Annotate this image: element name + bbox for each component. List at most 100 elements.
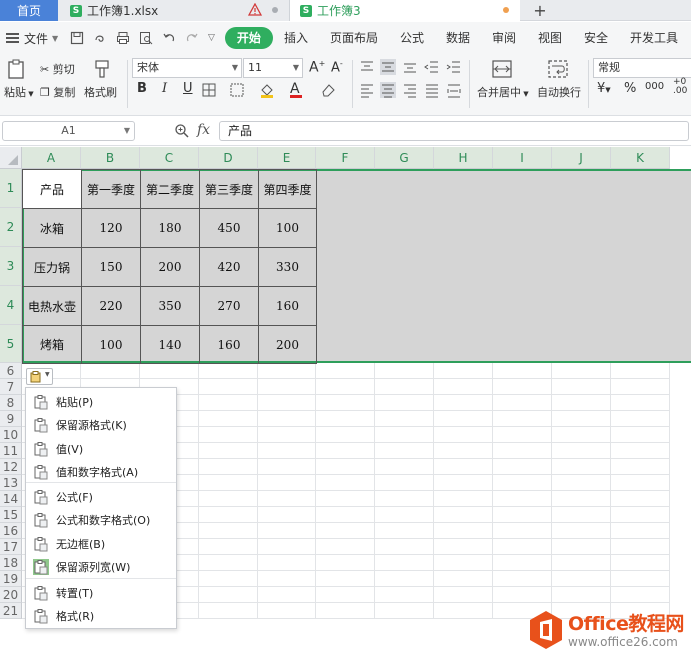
wrap-text-button[interactable]: 自动换行: [537, 84, 581, 100]
cell[interactable]: [611, 395, 670, 411]
row-header-2[interactable]: 2: [0, 208, 22, 247]
cell[interactable]: [434, 587, 493, 603]
tab-workbook1[interactable]: S 工作簿1.xlsx: [58, 0, 290, 21]
merge-center-icon[interactable]: [491, 58, 513, 80]
cell[interactable]: [611, 475, 670, 491]
cell[interactable]: [552, 539, 611, 555]
cell[interactable]: [140, 363, 199, 379]
table-cell[interactable]: 100: [81, 325, 141, 364]
cell[interactable]: [258, 363, 316, 379]
cell[interactable]: [258, 443, 316, 459]
cell[interactable]: [258, 379, 316, 395]
cell[interactable]: [611, 539, 670, 555]
cell[interactable]: [552, 571, 611, 587]
cell[interactable]: [316, 587, 375, 603]
row-header-8[interactable]: 8: [0, 395, 22, 411]
cell[interactable]: [375, 603, 434, 619]
paste-option-item[interactable]: 无边框(B): [26, 532, 176, 555]
column-header-d[interactable]: D: [199, 147, 258, 169]
cell[interactable]: [434, 395, 493, 411]
cell[interactable]: [552, 555, 611, 571]
table-cell[interactable]: 电热水壶: [22, 286, 82, 326]
quick-access-more-icon[interactable]: ▽: [208, 33, 215, 43]
tab-home[interactable]: 首页: [0, 0, 58, 21]
cell[interactable]: [199, 411, 258, 427]
cell[interactable]: [434, 571, 493, 587]
column-header-j[interactable]: J: [552, 147, 611, 169]
cell[interactable]: [81, 363, 140, 379]
cell[interactable]: [434, 491, 493, 507]
paste-option-item[interactable]: 公式(F): [26, 485, 176, 508]
thousands-separator-icon[interactable]: 000: [645, 81, 664, 92]
cell[interactable]: [493, 363, 552, 379]
cell[interactable]: [199, 379, 258, 395]
select-all-corner[interactable]: [0, 147, 22, 169]
column-header-k[interactable]: K: [611, 147, 670, 169]
cell[interactable]: [258, 539, 316, 555]
format-painter-button[interactable]: 格式刷: [84, 84, 117, 100]
cell[interactable]: [552, 459, 611, 475]
column-header-i[interactable]: I: [493, 147, 552, 169]
cell[interactable]: [552, 379, 611, 395]
table-cell[interactable]: 冰箱: [22, 208, 82, 248]
cell[interactable]: [375, 571, 434, 587]
column-header-e[interactable]: E: [258, 147, 316, 169]
cell[interactable]: [375, 395, 434, 411]
cell[interactable]: [316, 603, 375, 619]
new-tab-plus-icon[interactable]: +: [532, 1, 548, 20]
cell[interactable]: [375, 507, 434, 523]
table-header-cell[interactable]: 第二季度: [140, 169, 200, 209]
cell[interactable]: [199, 555, 258, 571]
borders-icon[interactable]: [201, 82, 217, 98]
cell[interactable]: [493, 539, 552, 555]
cell[interactable]: [493, 395, 552, 411]
paste-option-item[interactable]: 保留源格式(K): [26, 413, 176, 436]
cell[interactable]: [316, 379, 375, 395]
cell[interactable]: [375, 475, 434, 491]
distributed-align-icon[interactable]: [446, 82, 462, 98]
percent-icon[interactable]: %: [624, 81, 636, 96]
paste-option-item[interactable]: 公式和数字格式(O): [26, 508, 176, 531]
cell[interactable]: [316, 411, 375, 427]
table-cell[interactable]: 140: [140, 325, 200, 364]
table-cell[interactable]: 200: [140, 247, 200, 287]
cell[interactable]: [316, 363, 375, 379]
row-header-4[interactable]: 4: [0, 286, 22, 325]
row-header-14[interactable]: 14: [0, 491, 22, 507]
table-cell[interactable]: 160: [258, 286, 317, 326]
cell[interactable]: [375, 363, 434, 379]
cell[interactable]: [434, 539, 493, 555]
wrap-text-icon[interactable]: [547, 58, 569, 80]
column-header-c[interactable]: C: [140, 147, 199, 169]
tab-formulas[interactable]: 公式: [389, 27, 435, 49]
row-header-9[interactable]: 9: [0, 411, 22, 427]
cell[interactable]: [199, 603, 258, 619]
table-cell[interactable]: 420: [199, 247, 259, 287]
row-header-17[interactable]: 17: [0, 539, 22, 555]
cell[interactable]: [552, 475, 611, 491]
increase-font-icon[interactable]: A+: [309, 59, 325, 76]
tab-security[interactable]: 安全: [573, 27, 619, 49]
cell[interactable]: [199, 539, 258, 555]
cell[interactable]: [493, 523, 552, 539]
currency-icon[interactable]: ¥▼: [597, 81, 611, 96]
table-cell[interactable]: 330: [258, 247, 317, 287]
cell[interactable]: [493, 427, 552, 443]
cell[interactable]: [375, 411, 434, 427]
tab-page-layout[interactable]: 页面布局: [319, 27, 389, 49]
tab-close-dot[interactable]: [272, 7, 278, 13]
justify-icon[interactable]: [424, 82, 440, 98]
cell[interactable]: [611, 379, 670, 395]
cell[interactable]: [258, 571, 316, 587]
fill-color-icon[interactable]: [259, 82, 275, 98]
table-cell[interactable]: 160: [199, 325, 259, 364]
row-header-21[interactable]: 21: [0, 603, 22, 619]
cell[interactable]: [199, 571, 258, 587]
insert-function-button[interactable]: fx: [197, 122, 210, 138]
cell[interactable]: [199, 459, 258, 475]
number-format-select[interactable]: 常规: [593, 58, 691, 78]
cell[interactable]: [316, 459, 375, 475]
cell[interactable]: [258, 395, 316, 411]
align-center-icon[interactable]: [380, 82, 396, 98]
unsaved-dot[interactable]: [503, 7, 509, 13]
